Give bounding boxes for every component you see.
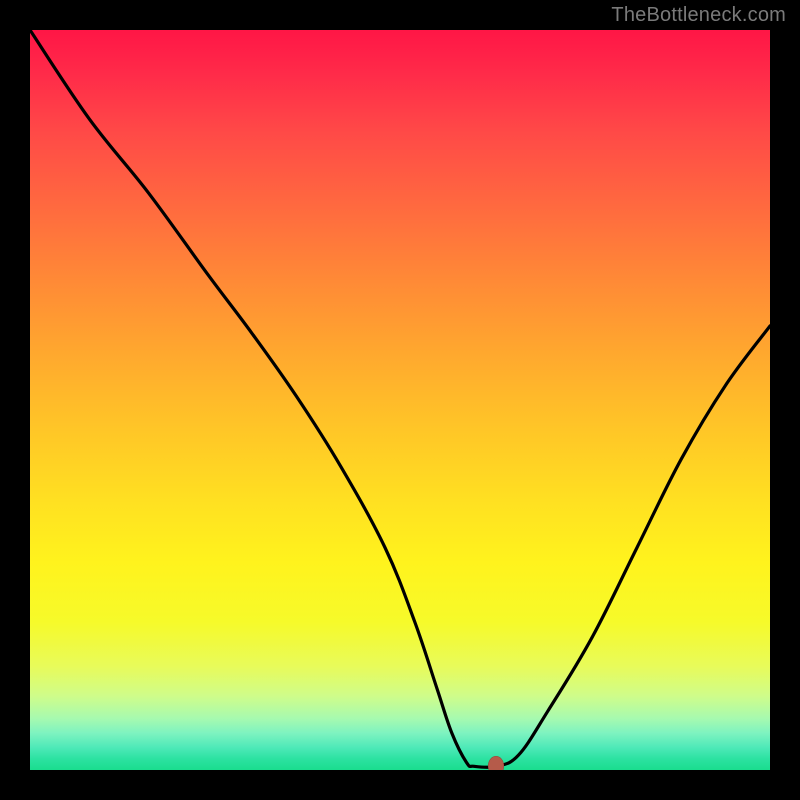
chart-frame: TheBottleneck.com <box>0 0 800 800</box>
watermark-text: TheBottleneck.com <box>611 4 786 27</box>
optimum-marker <box>488 756 504 770</box>
plot-area <box>30 30 770 770</box>
curve-layer <box>30 30 770 770</box>
bottleneck-curve <box>30 30 770 767</box>
